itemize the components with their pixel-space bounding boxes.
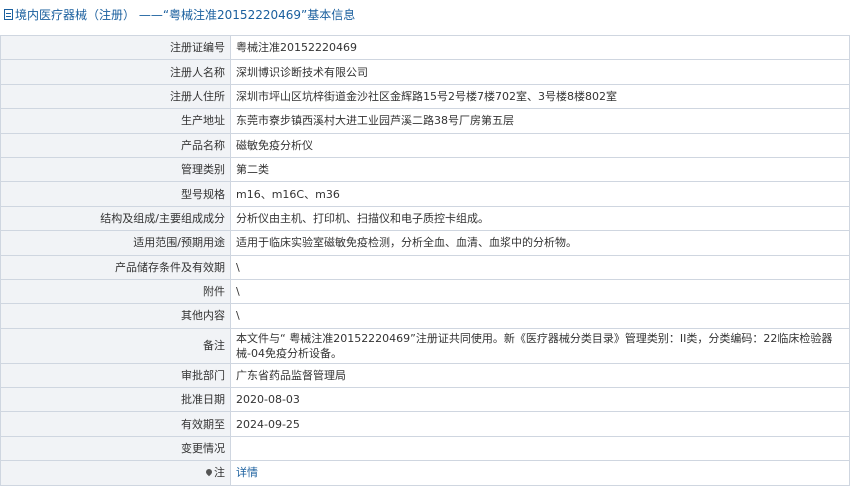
row-value: 磁敏免疫分析仪 [230,132,850,158]
row-value: 本文件与“ 粤械注准20152220469”注册证共同使用。新《医疗器械分类目录… [230,327,850,364]
row-label: 审批部门 [0,362,231,389]
pin-icon [204,468,214,477]
table-row: 注册人住所 深圳市坪山区坑梓街道金沙社区金辉路15号2号楼7楼702室、3号楼8… [0,83,850,110]
table-row: 注 详情 [0,460,850,486]
document-icon [4,8,13,20]
row-value: 第二类 [230,156,850,183]
row-value: 广东省药品监督管理局 [230,362,850,389]
details-link[interactable]: 详情 [236,466,258,479]
table-row: 审批部门 广东省药品监督管理局 [0,362,850,389]
table-row: 产品储存条件及有效期 \ [0,254,850,280]
row-value: 深圳市坪山区坑梓街道金沙社区金辉路15号2号楼7楼702室、3号楼8楼802室 [230,83,850,110]
table-row: 型号规格 m16、m16C、m36 [0,181,850,207]
row-value: \ [230,254,850,280]
table-row: 适用范围/预期用途 适用于临床实验室磁敏免疫检测，分析全血、血清、血浆中的分析物… [0,230,850,256]
row-label: 变更情况 [0,435,231,462]
page-title: 境内医疗器械（注册） ——“粤械注准20152220469”基本信息 [15,7,356,22]
table-row: 注册证编号 粤械注准20152220469 [0,34,850,61]
row-value: 深圳博识诊断技术有限公司 [230,59,850,85]
table-row: 备注 本文件与“ 粤械注准20152220469”注册证共同使用。新《医疗器械分… [0,327,850,364]
row-label: 有效期至 [0,411,231,437]
table-row: 有效期至 2024-09-25 [0,411,850,437]
row-label: 产品名称 [0,132,231,158]
row-label: 注册人住所 [0,83,231,110]
table-row: 产品名称 磁敏免疫分析仪 [0,132,850,158]
page-title-bar: 境内医疗器械（注册） ——“粤械注准20152220469”基本信息 [0,0,850,28]
table-row: 变更情况 [0,435,850,462]
note-value: 详情 [230,460,850,486]
row-value: 2024-09-25 [230,411,850,437]
row-label: 批准日期 [0,387,231,413]
row-label: 管理类别 [0,156,231,183]
table-row: 批准日期 2020-08-03 [0,387,850,413]
row-label: 注册证编号 [0,34,231,61]
note-label: 注 [0,460,231,486]
row-label: 结构及组成/主要组成成分 [0,205,231,232]
row-value: 适用于临床实验室磁敏免疫检测，分析全血、血清、血浆中的分析物。 [230,230,850,256]
row-label: 其他内容 [0,303,231,329]
row-label: 型号规格 [0,181,231,207]
table-row: 管理类别 第二类 [0,156,850,183]
row-value: m16、m16C、m36 [230,181,850,207]
row-label: 适用范围/预期用途 [0,230,231,256]
row-value: 分析仪由主机、打印机、扫描仪和电子质控卡组成。 [230,205,850,232]
note-label-text: 注 [214,466,225,480]
row-label: 生产地址 [0,108,231,134]
info-table: 注册证编号 粤械注准20152220469 注册人名称 深圳博识诊断技术有限公司… [0,34,850,486]
row-value [230,435,850,462]
row-value: 粤械注准20152220469 [230,34,850,61]
row-label: 产品储存条件及有效期 [0,254,231,280]
row-value: \ [230,278,850,305]
row-value: 2020-08-03 [230,387,850,413]
row-label: 备注 [0,327,231,364]
table-row: 附件 \ [0,278,850,305]
row-value: 东莞市寮步镇西溪村大进工业园芦溪二路38号厂房第五层 [230,108,850,134]
table-row: 注册人名称 深圳博识诊断技术有限公司 [0,59,850,85]
row-value: \ [230,303,850,329]
table-row: 其他内容 \ [0,303,850,329]
table-row: 结构及组成/主要组成成分 分析仪由主机、打印机、扫描仪和电子质控卡组成。 [0,205,850,232]
table-row: 生产地址 东莞市寮步镇西溪村大进工业园芦溪二路38号厂房第五层 [0,108,850,134]
row-label: 注册人名称 [0,59,231,85]
row-label: 附件 [0,278,231,305]
